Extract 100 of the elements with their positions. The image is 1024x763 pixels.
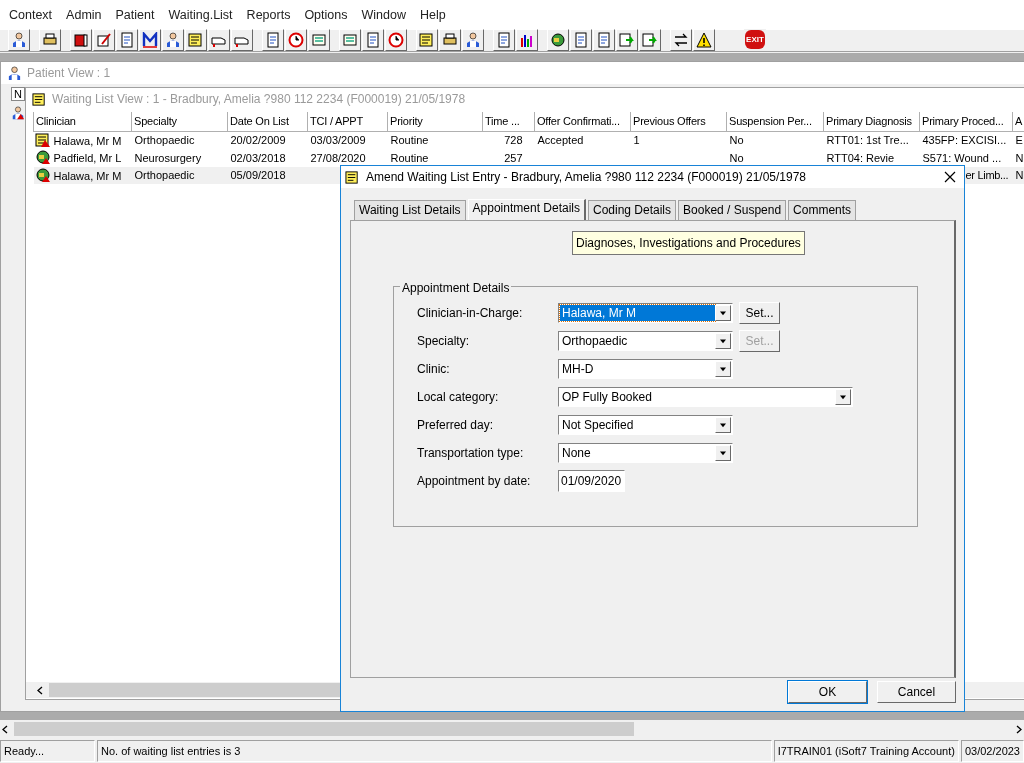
pen-icon [96,31,112,48]
table-cell: er Limb... [965,169,1009,181]
dropdown[interactable]: Not Specified [558,415,733,435]
table-cell: N [1015,151,1024,164]
column-header[interactable]: TCI / APPT [307,112,388,131]
set-button[interactable]: Set... [739,302,780,324]
close-icon[interactable] [944,171,956,183]
table-cell: No [729,134,744,146]
ok-button[interactable]: OK [788,681,867,703]
tab[interactable]: Booked / Suspend [678,200,787,220]
column-header[interactable]: Time ... [482,112,535,131]
menu-item[interactable]: Waiting.List [161,5,240,25]
field-label: Preferred day: [416,417,495,434]
table-cell: E [1015,134,1023,146]
date-field[interactable]: 01/09/2020 [558,470,625,492]
tab[interactable]: Waiting List Details [354,200,466,220]
globe-warning-icon [34,166,51,183]
column-header[interactable]: Specialty [131,112,228,131]
note-icon [188,31,204,48]
table-cell: Halawa, Mr M [53,169,122,182]
menu-item[interactable]: Window [354,5,413,25]
table-cell: RTT04: Revie [826,151,895,164]
scroll-left-icon[interactable] [2,724,8,734]
menu-item[interactable]: Reports [239,5,298,25]
table-cell: N [1015,169,1024,181]
field-label: Appointment by date: [416,473,532,490]
dropdown[interactable]: Orthopaedic [558,331,733,351]
column-header[interactable]: Date On List [227,112,308,131]
table-row[interactable]: Halawa, Mr M Orthopaedic 20/02/2009 03/03/2009 Routine 728 Accepted 1 No RTT01: 1st Tre... 435FP: EXCISI... E [33,131,1024,149]
menu-item[interactable]: Help [412,5,453,25]
column-header[interactable]: Previous Offers [630,112,727,131]
note-warning-icon [34,131,51,148]
book-icon [73,31,89,48]
printer-icon [42,31,58,48]
toolbar-button[interactable] [693,28,715,51]
column-header[interactable]: Clinician [33,112,132,131]
toolbar-button[interactable] [547,28,569,51]
tab[interactable]: Coding Details [588,200,677,220]
table-cell: 1 [633,134,640,146]
person-icon [11,31,27,48]
status-text: No. of waiting list entries is 3 [97,739,772,762]
document-icon [119,31,135,48]
column-header[interactable]: Primary Diagnosis [823,112,920,131]
warning-icon [696,31,712,48]
menu-item[interactable]: Patient [108,5,162,25]
globe-icon [550,31,566,48]
list-icon [32,92,47,108]
window-title: Waiting List View : 1 - Bradbury, Amelia ?980 112 2234 (F000019) 21/05/1978 [52,91,466,108]
field-label: Clinician-in-Charge: [416,305,524,322]
toolbar-button[interactable] [516,28,538,51]
document-icon [365,31,381,48]
status-text: Ready... [0,739,95,762]
menu-item[interactable]: Context [2,5,60,25]
column-header[interactable]: Offer Confirmati... [534,112,631,131]
clock-icon [388,31,404,48]
scroll-right-icon[interactable] [1016,724,1022,734]
dropdown[interactable]: None [558,443,733,463]
toolbar-button[interactable] [670,28,692,51]
toolbar-button[interactable] [439,28,461,51]
note-icon [345,170,360,186]
table-cell: 20/02/2009 [230,134,286,146]
dialog-title: Amend Waiting List Entry - Bradbury, Amelia ?980 112 2234 (F000019) 21/05/1978 [366,169,807,186]
table-cell: Halawa, Mr M [53,134,122,147]
cancel-button[interactable]: Cancel [877,681,956,703]
field-label: Specialty: [416,333,471,350]
menu-item[interactable]: Options [297,5,355,25]
document-icon [265,31,281,48]
tab[interactable]: Comments [788,200,857,220]
note-icon [419,31,435,48]
status-text: 03/02/2023 [960,739,1024,762]
toolbar-button[interactable] [139,28,161,51]
tab[interactable]: Appointment Details [467,199,586,221]
table-cell: Routine [390,151,429,164]
dropdown[interactable]: Halawa, Mr M [558,303,733,323]
table-cell: RTT01: 1st Tre... [826,134,909,146]
scrollbar-thumb[interactable] [14,722,634,736]
exit-button[interactable]: EXIT [744,28,766,51]
table-cell: 728 [504,134,523,146]
dropdown[interactable]: OP Fully Booked [558,387,853,407]
scroll-left-icon[interactable] [37,685,43,695]
document-icon [496,31,512,48]
column-header[interactable]: Primary Proced... [919,112,1013,131]
toolbar-button[interactable] [39,28,61,51]
arrow-icon [619,31,635,48]
tooltip: Diagnoses, Investigations and Procedures [572,231,805,255]
column-header[interactable]: Suspension Per... [726,112,824,131]
toolbar-button[interactable] [70,28,92,51]
column-header[interactable]: N [11,87,25,101]
menu-item[interactable]: Admin [59,5,109,25]
clock-icon [288,31,304,48]
column-header[interactable]: Priority [387,112,483,131]
screen-icon [342,31,358,48]
table-cell: S571: Wound ... [922,151,1002,164]
table-cell: Routine [390,134,429,146]
screen-icon [311,31,327,48]
table-row[interactable]: Padfield, Mr L Neurosurgery 02/03/2018 27/08/2020 Routine 257 No RTT04: Revie S571: Wound ... N [33,149,1024,167]
m-letter-icon [142,31,158,48]
table-cell: 435FP: EXCISI... [922,134,1007,146]
dropdown[interactable]: MH-D [558,359,733,379]
table-cell: 27/08/2020 [310,151,366,164]
